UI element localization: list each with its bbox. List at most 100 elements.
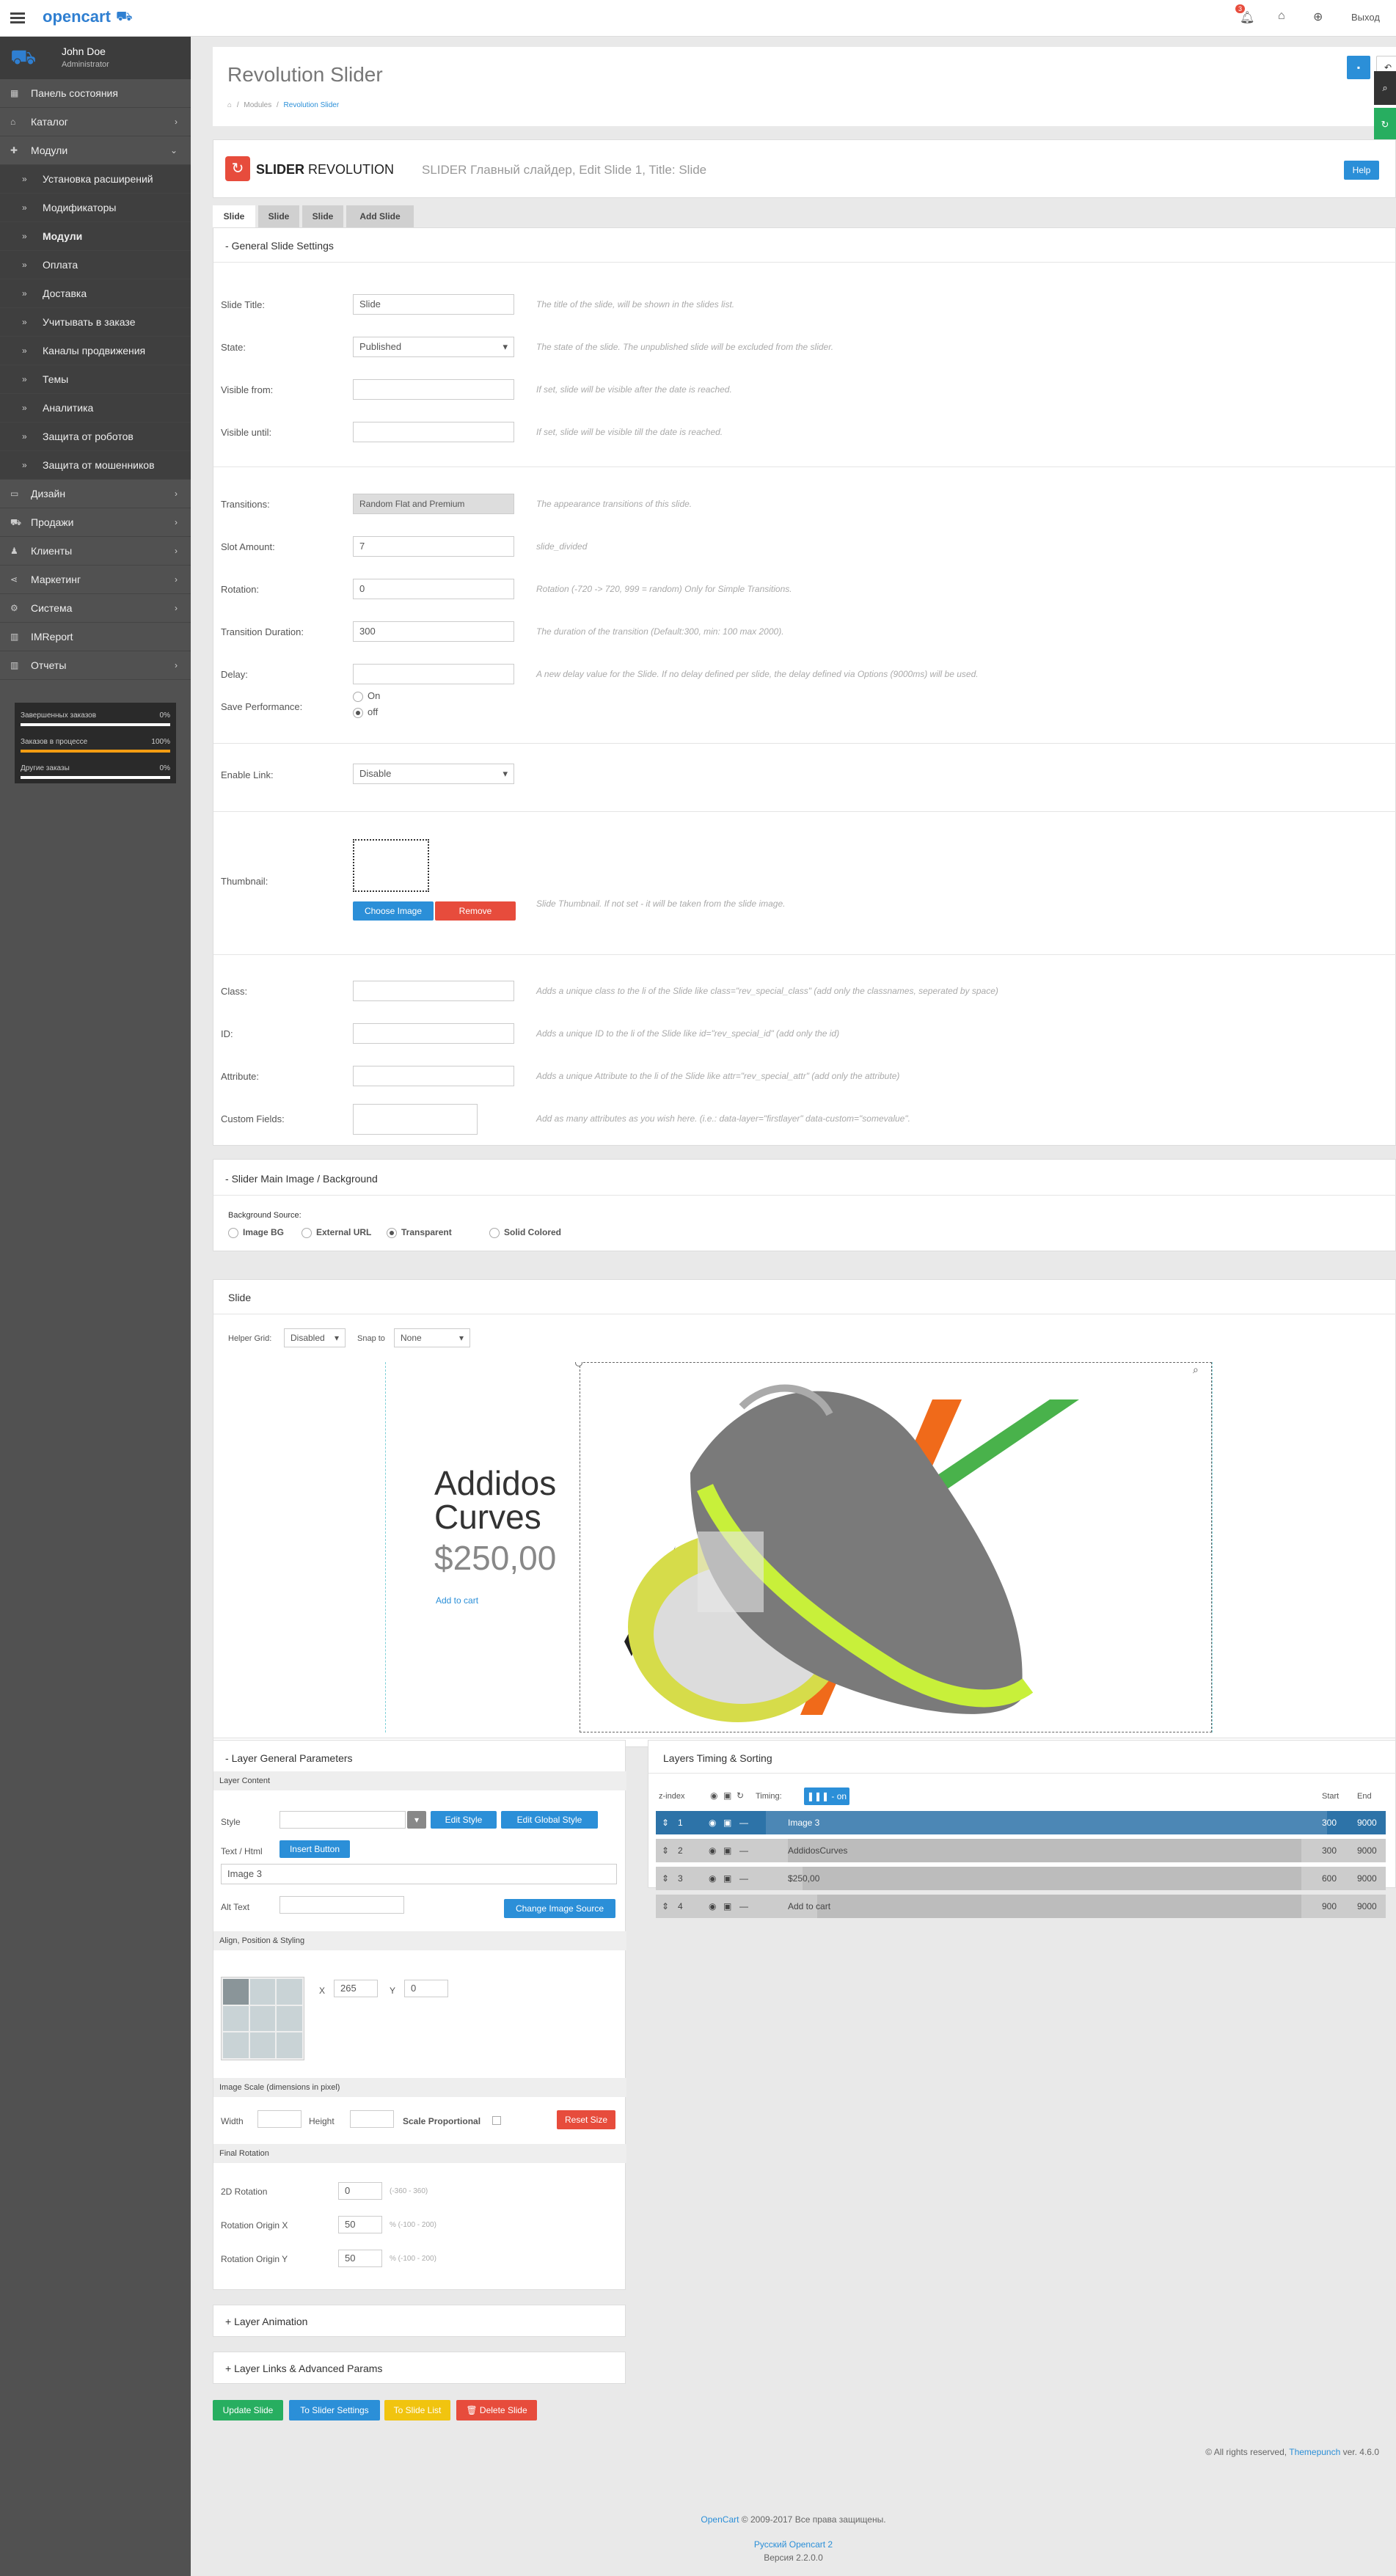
home-icon[interactable]: ⌂ (1278, 10, 1285, 23)
x-input[interactable]: 265 (334, 1980, 378, 1997)
layer-toggle-icon[interactable]: — (739, 1895, 748, 1918)
sidebar-item-5[interactable]: » Модули (0, 222, 191, 251)
field-input-3[interactable] (353, 422, 514, 442)
perf-off-radio[interactable]: off (353, 706, 378, 718)
sidebar-item-19[interactable]: ▥ IMReport (0, 623, 191, 651)
sidebar-item-13[interactable]: » Защита от мошенников (0, 451, 191, 480)
layer-timeline-bar[interactable] (817, 1895, 1301, 1918)
extra-field-input-0[interactable] (353, 981, 514, 1001)
helper-grid-select[interactable]: Disabled ▾ (284, 1328, 346, 1347)
product-title-layer[interactable]: Addidos Curves (434, 1466, 556, 1534)
layer-timeline-bar[interactable] (803, 1867, 1301, 1890)
logout-link[interactable]: Выход (1351, 12, 1380, 23)
tab-slide-2[interactable]: Slide (258, 205, 299, 227)
side-search-icon[interactable]: ⌕ (1374, 71, 1396, 105)
tab-slide-1[interactable]: Slide (213, 205, 255, 227)
sidebar-item-3[interactable]: » Установка расширений (0, 165, 191, 194)
sidebar-item-7[interactable]: » Доставка (0, 279, 191, 308)
sort-handle-icon[interactable]: ⇕ (662, 1811, 669, 1834)
sort-handle-icon[interactable]: ⇕ (662, 1867, 669, 1890)
extra-field-input-2[interactable] (353, 1066, 514, 1086)
style-input[interactable] (279, 1811, 406, 1829)
rotation-input-2[interactable]: 50 (338, 2250, 382, 2267)
sidebar-item-17[interactable]: ⋖ Маркетинг › (0, 566, 191, 594)
layer-timeline-bar[interactable] (766, 1811, 1327, 1834)
style-dropdown-button[interactable]: ▾ (407, 1811, 426, 1829)
sidebar-item-1[interactable]: ⌂ Каталог › (0, 108, 191, 136)
sidebar-item-14[interactable]: ▭ Дизайн › (0, 480, 191, 508)
help-icon[interactable]: ⊕ (1313, 10, 1323, 24)
bg-radio-external[interactable]: External URL (302, 1227, 371, 1238)
update-slide-button[interactable]: Update Slide (213, 2400, 283, 2421)
timing-eye-icon[interactable]: ◉ (710, 1790, 717, 1801)
remove-image-button[interactable]: Remove (435, 901, 516, 921)
field-input-6[interactable]: 0 (353, 579, 514, 599)
layer-toggle-icon[interactable]: — (739, 1867, 748, 1890)
slider-settings-button[interactable]: To Slider Settings (289, 2400, 380, 2421)
perf-on-radio[interactable]: On (353, 690, 380, 702)
breadcrumb-current[interactable]: Revolution Slider (284, 101, 340, 109)
field-input-1[interactable]: Published ▾ (353, 337, 514, 357)
bg-radio-image[interactable]: Image BG (228, 1227, 284, 1238)
tab-slide-3[interactable]: Slide (302, 205, 343, 227)
sidebar-item-6[interactable]: » Оплата (0, 251, 191, 279)
choose-image-button[interactable]: Choose Image (353, 901, 434, 921)
field-input-7[interactable]: 300 (353, 621, 514, 642)
opencart-logo[interactable]: opencart (43, 7, 111, 26)
sort-handle-icon[interactable]: ⇕ (662, 1839, 669, 1862)
layer-links-heading[interactable]: + Layer Links & Advanced Params (225, 2363, 382, 2374)
extra-field-input-1[interactable] (353, 1023, 514, 1044)
timing-lock-icon[interactable]: ▣ (723, 1790, 731, 1801)
y-input[interactable]: 0 (404, 1980, 448, 1997)
layer-eye-icon[interactable]: ◉ (709, 1811, 716, 1834)
snap-to-select[interactable]: None ▾ (394, 1328, 470, 1347)
layer-row[interactable]: ⇕ 3 ◉ ▣ — $250,00 600 9000 (656, 1867, 1386, 1890)
breadcrumb-modules[interactable]: Modules (244, 101, 271, 109)
sidebar-item-10[interactable]: » Темы (0, 365, 191, 394)
layer-row[interactable]: ⇕ 4 ◉ ▣ — Add to cart 900 9000 (656, 1895, 1386, 1918)
reset-size-button[interactable]: Reset Size (557, 2110, 615, 2129)
layer-eye-icon[interactable]: ◉ (709, 1895, 716, 1918)
sort-handle-icon[interactable]: ⇕ (662, 1895, 669, 1918)
change-image-button[interactable]: Change Image Source (504, 1899, 615, 1918)
layer-toggle-icon[interactable]: — (739, 1839, 748, 1862)
image-layer[interactable] (580, 1362, 1212, 1732)
layer-row[interactable]: ⇕ 1 ◉ ▣ — Image 3 300 9000 (656, 1811, 1386, 1834)
layer-text-area[interactable]: Image 3 (221, 1864, 617, 1884)
sidebar-item-0[interactable]: ▦ Панель состояния (0, 79, 191, 108)
field-input-0[interactable]: Slide (353, 294, 514, 315)
layer-timeline-bar[interactable] (788, 1839, 1301, 1862)
edit-style-button[interactable]: Edit Style (431, 1811, 497, 1829)
field-input-4[interactable]: Random Flat and Premium (353, 494, 514, 514)
themepunch-link[interactable]: Themepunch (1289, 2447, 1340, 2457)
opencart-link[interactable]: OpenCart (701, 2514, 739, 2525)
sidebar-item-11[interactable]: » Аналитика (0, 394, 191, 422)
add-to-cart-layer[interactable]: Add to cart (436, 1595, 478, 1606)
sidebar-item-18[interactable]: ⚙ Система › (0, 594, 191, 623)
layer-links-panel[interactable]: + Layer Links & Advanced Params (213, 2352, 626, 2384)
save-icon[interactable]: ▪ (1347, 56, 1370, 79)
menu-toggle-icon[interactable] (10, 10, 25, 25)
breadcrumb-home-icon[interactable]: ⌂ (227, 101, 232, 109)
side-refresh-icon[interactable]: ↻ (1374, 108, 1396, 142)
layer-eye-icon[interactable]: ◉ (709, 1839, 716, 1862)
layer-lock-icon[interactable]: ▣ (723, 1811, 731, 1834)
sidebar-item-8[interactable]: » Учитывать в заказе (0, 308, 191, 337)
extra-field-input-3[interactable] (353, 1104, 478, 1135)
sidebar-item-12[interactable]: » Защита от роботов (0, 422, 191, 451)
help-button[interactable]: Help (1344, 161, 1379, 180)
layer-animation-heading[interactable]: + Layer Animation (225, 2316, 307, 2327)
alt-text-input[interactable] (279, 1896, 404, 1914)
bg-radio-transparent[interactable]: Transparent (387, 1227, 452, 1238)
sidebar-item-9[interactable]: » Каналы продвижения (0, 337, 191, 365)
price-layer[interactable]: $250,00 (434, 1538, 556, 1578)
thumbnail-preview[interactable] (353, 839, 429, 892)
layer-lock-icon[interactable]: ▣ (723, 1895, 731, 1918)
field-input-5[interactable]: 7 (353, 536, 514, 557)
layer-row[interactable]: ⇕ 2 ◉ ▣ — AddidosCurves 300 9000 (656, 1839, 1386, 1862)
delete-slide-button[interactable]: 🗑︎ Delete Slide (456, 2400, 537, 2421)
field-input-8[interactable] (353, 664, 514, 684)
width-input[interactable] (257, 2110, 302, 2128)
insert-button[interactable]: Insert Button (279, 1840, 350, 1858)
rotation-input-0[interactable]: 0 (338, 2182, 382, 2200)
